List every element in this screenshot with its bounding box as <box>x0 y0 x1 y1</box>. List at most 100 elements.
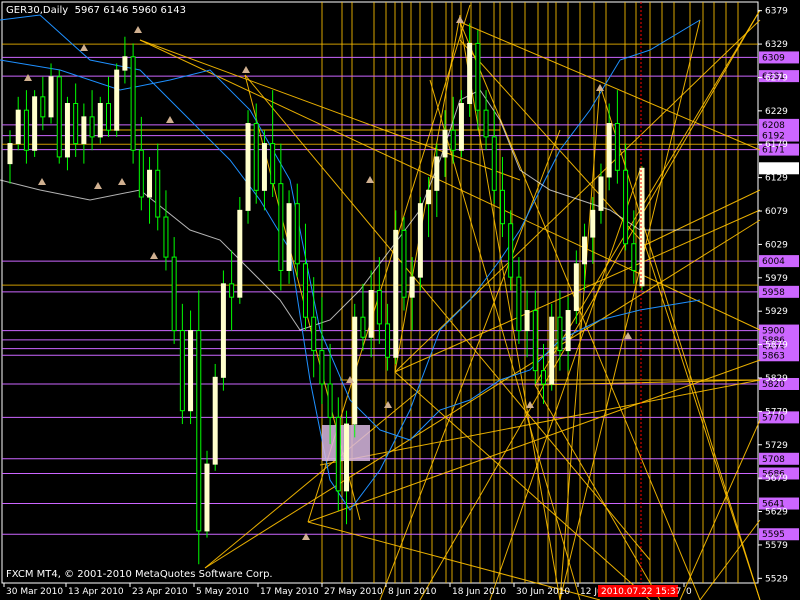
fractal-arrow-11 <box>150 252 158 259</box>
ytick-label-6029: 6029 <box>765 240 788 250</box>
ytick-label-5779: 5779 <box>765 407 788 417</box>
candle-56 <box>467 42 473 105</box>
candle-43 <box>360 316 366 338</box>
ytick-label-5879: 5879 <box>765 341 788 351</box>
candle-6 <box>56 76 62 158</box>
candle-45 <box>376 289 382 325</box>
level-tag-5595: 5595 <box>762 530 785 540</box>
candle-4 <box>40 96 46 118</box>
candle-12 <box>105 103 111 131</box>
candle-26 <box>220 283 226 378</box>
candle-33 <box>278 183 284 271</box>
ytick-label-6329: 6329 <box>765 40 788 50</box>
candle-65 <box>541 370 547 385</box>
level-tag-6004: 6004 <box>762 257 785 267</box>
fractal-arrow-4 <box>166 116 174 123</box>
price-chart[interactable]: 6309628162086192617160045958590058865873… <box>0 0 800 600</box>
ytick-label-5629: 5629 <box>765 508 788 518</box>
trendline-12 <box>394 371 651 600</box>
candle-63 <box>524 310 530 332</box>
candle-72 <box>598 176 604 211</box>
level-tag-5863: 5863 <box>762 351 785 361</box>
xtick-label-1: 13 Apr 2010 <box>68 587 124 597</box>
xtick-label-5: 27 May 2010 <box>324 587 383 597</box>
candle-1 <box>15 109 21 145</box>
fractal-arrow-7 <box>596 84 604 91</box>
candle-20 <box>171 256 177 332</box>
candle-49 <box>409 276 415 298</box>
fractal-arrow-10 <box>118 178 126 185</box>
ytick-label-5729: 5729 <box>765 441 788 451</box>
level-tag-5958: 5958 <box>762 288 785 298</box>
level-tag-6309: 6309 <box>762 53 785 63</box>
ytick-label-6229: 6229 <box>765 107 788 117</box>
fractal-arrow-1 <box>80 44 88 51</box>
candle-10 <box>89 116 95 138</box>
candle-54 <box>450 129 456 151</box>
level-tag-6208: 6208 <box>762 121 785 131</box>
ytick-label-5679: 5679 <box>765 474 788 484</box>
time-marker-label: 2010.07.22 15:37 <box>601 587 681 597</box>
trendline-30 <box>699 519 761 600</box>
candle-36 <box>302 263 308 318</box>
ytick-label-5929: 5929 <box>765 307 788 317</box>
candle-28 <box>237 209 243 298</box>
xtick-label-8: 30 Jun 2010 <box>516 587 570 597</box>
candle-39 <box>327 383 333 418</box>
candle-14 <box>122 56 128 71</box>
ytick-label-5529: 5529 <box>765 574 788 584</box>
candle-21 <box>179 330 185 412</box>
ytick-label-6279: 6279 <box>765 73 788 83</box>
candle-34 <box>286 203 292 271</box>
candle-66 <box>549 316 555 385</box>
candle-62 <box>516 276 522 332</box>
ytick-label-6079: 6079 <box>765 207 788 217</box>
fractal-arrow-9 <box>94 182 102 189</box>
candle-37 <box>311 316 317 352</box>
candle-70 <box>582 236 588 265</box>
candle-42 <box>352 316 358 425</box>
candle-40 <box>335 416 341 492</box>
candle-44 <box>368 289 374 338</box>
xtick-label-7: 18 Jun 2010 <box>452 587 506 597</box>
candle-3 <box>32 96 38 151</box>
xtick-label-11: 0 <box>686 587 692 597</box>
symbol-timeframe: GER30,Daily <box>6 5 69 16</box>
candle-58 <box>483 109 489 138</box>
fractal-arrow-13 <box>384 401 392 408</box>
candle-52 <box>434 156 440 191</box>
candle-68 <box>565 310 571 352</box>
candle-60 <box>499 189 505 225</box>
xtick-label-2: 23 Apr 2010 <box>132 587 188 597</box>
copyright-notice: FXCM MT4, © 2001-2010 MetaQuotes Softwar… <box>6 569 273 580</box>
candle-13 <box>114 69 120 131</box>
trendline-27 <box>559 19 701 600</box>
ytick-label-5979: 5979 <box>765 274 788 284</box>
candle-0 <box>7 143 13 165</box>
candle-69 <box>573 263 579 312</box>
candle-53 <box>442 129 448 158</box>
ohlc-readout: 5967 6146 5960 6143 <box>74 5 186 16</box>
candle-64 <box>532 310 538 372</box>
fractal-arrow-8 <box>38 178 46 185</box>
candle-15 <box>130 56 136 151</box>
candle-74 <box>614 123 620 171</box>
fractal-arrow-5 <box>366 176 374 183</box>
candle-48 <box>401 229 407 298</box>
candle-29 <box>245 123 251 211</box>
candle-59 <box>491 136 497 191</box>
trendline-4 <box>204 219 761 569</box>
trendline-19 <box>599 84 761 600</box>
candle-73 <box>606 123 612 178</box>
candle-5 <box>48 76 54 118</box>
candle-18 <box>155 169 161 218</box>
candle-25 <box>212 376 218 465</box>
candle-17 <box>147 169 153 198</box>
candle-32 <box>270 143 276 185</box>
candle-46 <box>385 323 391 358</box>
candle-38 <box>319 350 325 385</box>
candle-50 <box>417 203 423 278</box>
xtick-label-4: 17 May 2010 <box>260 587 319 597</box>
fractal-arrow-2 <box>134 26 142 33</box>
candle-30 <box>253 123 259 191</box>
